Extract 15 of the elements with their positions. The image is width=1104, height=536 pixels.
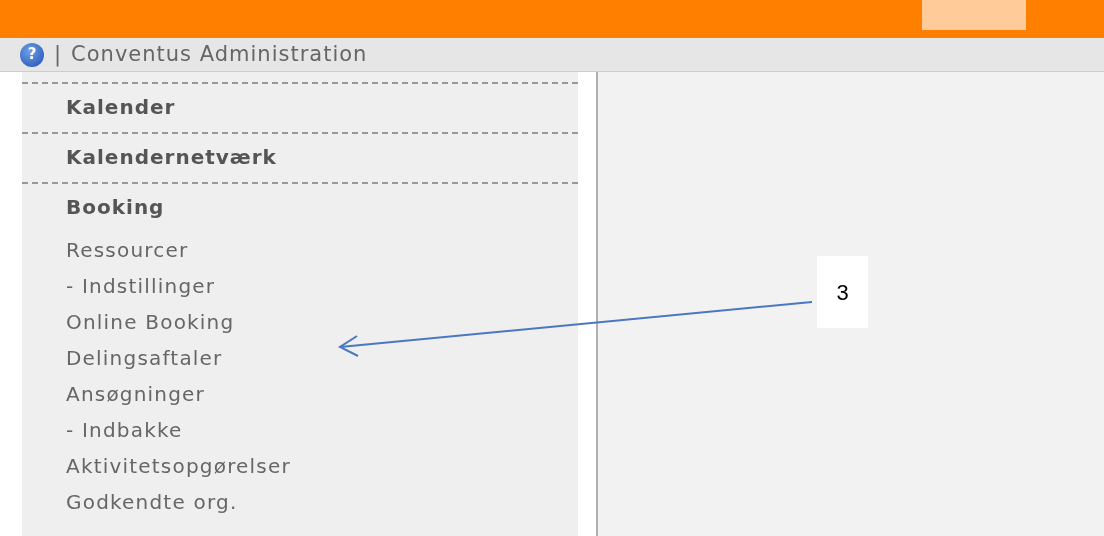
menu-item[interactable]: - Indbakke: [22, 412, 578, 448]
help-icon[interactable]: ?: [20, 42, 44, 67]
menu-heading[interactable]: Kalendernetværk: [22, 134, 578, 182]
menu-heading[interactable]: Kalender: [22, 84, 578, 132]
menu-item[interactable]: Aktivitetsopgørelser: [22, 448, 578, 484]
app-title: Conventus Administration: [71, 40, 368, 68]
menu-item[interactable]: Ressourcer: [22, 232, 578, 268]
menu-heading[interactable]: Booking: [22, 184, 578, 232]
menu-item[interactable]: Ansøgninger: [22, 376, 578, 412]
separator-text: |: [54, 40, 62, 69]
menu-item[interactable]: Delingsaftaler: [22, 340, 578, 376]
menu-item[interactable]: Online Booking: [22, 304, 578, 340]
menu-item[interactable]: Godkendte org.: [22, 484, 578, 520]
menu-item[interactable]: - Indstillinger: [22, 268, 578, 304]
callout-label: 3: [817, 256, 868, 328]
